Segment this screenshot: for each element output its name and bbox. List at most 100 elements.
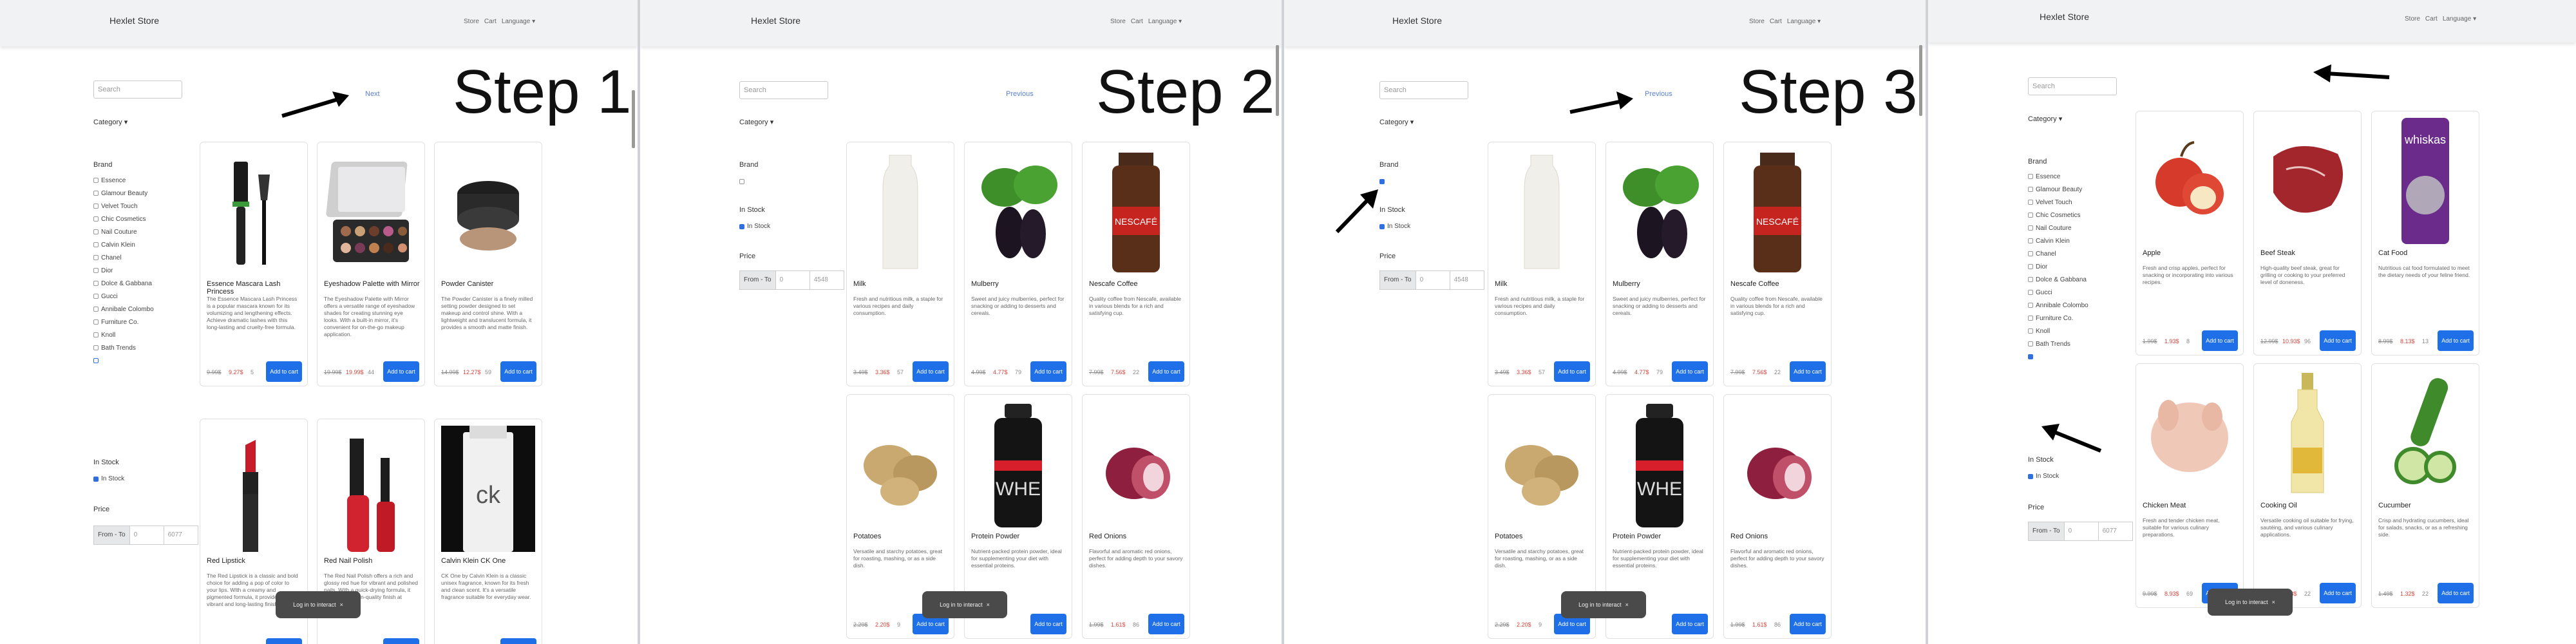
price-to-input[interactable]: 4548	[1450, 270, 1484, 290]
product-image[interactable]: NESCAFÉ	[1730, 149, 1824, 275]
menu-cart[interactable]: Cart	[2425, 15, 2438, 23]
checkbox-icon[interactable]	[93, 204, 99, 209]
close-icon[interactable]: ×	[340, 601, 343, 608]
product-image[interactable]: ck	[441, 426, 535, 552]
product-name[interactable]: Nescafe Coffee	[1730, 280, 1779, 288]
product-image[interactable]	[2260, 118, 2354, 244]
instock-option[interactable]: In Stock	[2028, 473, 2059, 480]
product-name[interactable]: Cucumber	[2378, 502, 2411, 509]
product-card[interactable]: Essence Mascara Lash Princess The Essence…	[200, 142, 308, 386]
price-from-input[interactable]: 0	[775, 270, 810, 290]
add-to-cart-button[interactable]: Add to cart	[266, 638, 302, 644]
product-card[interactable]: Red Onions Flavorful and aromatic red oni…	[1082, 394, 1190, 639]
product-name[interactable]: Cooking Oil	[2260, 502, 2297, 509]
add-to-cart-button[interactable]: Add to cart	[1672, 614, 1708, 634]
product-image[interactable]: WHE	[1613, 401, 1707, 527]
checkbox-icon[interactable]	[93, 191, 99, 196]
search-input[interactable]: Search	[2028, 77, 2117, 95]
checkbox-icon[interactable]	[2028, 225, 2033, 231]
product-name[interactable]: Red Onions	[1730, 533, 1768, 540]
brand-option[interactable]: Velvet Touch	[93, 200, 154, 213]
brand-option[interactable]: Nail Couture	[2028, 222, 2088, 234]
checkbox-icon[interactable]	[2028, 200, 2033, 205]
price-from-input[interactable]: 0	[1416, 270, 1450, 290]
product-name[interactable]: Protein Powder	[1613, 533, 1661, 540]
product-name[interactable]: Calvin Klein CK One	[441, 557, 506, 565]
product-name[interactable]: Milk	[853, 280, 866, 288]
add-to-cart-button[interactable]: Add to cart	[500, 638, 536, 644]
brand-option[interactable]	[739, 175, 747, 188]
menu-store[interactable]: Store	[464, 18, 479, 25]
brand-option[interactable]: Gucci	[2028, 286, 2088, 299]
scrollbar[interactable]	[1276, 45, 1279, 116]
search-input[interactable]: Search	[93, 80, 182, 99]
product-image[interactable]	[2143, 370, 2237, 497]
product-name[interactable]: Milk	[1495, 280, 1508, 288]
menu-language[interactable]: Language ▾	[2443, 15, 2476, 23]
brand-option[interactable]: Velvet Touch	[2028, 196, 2088, 209]
product-name[interactable]: Cat Food	[2378, 249, 2407, 257]
product-name[interactable]: Red Lipstick	[207, 557, 245, 565]
add-to-cart-button[interactable]: Add to cart	[500, 361, 536, 382]
product-image[interactable]	[1495, 401, 1589, 527]
product-name[interactable]: Essence Mascara Lash Princess	[207, 280, 307, 296]
brand-option[interactable]: Gucci	[93, 290, 154, 303]
search-input[interactable]: Search	[1379, 81, 1468, 99]
checkbox-icon[interactable]	[739, 179, 744, 184]
checkbox-icon[interactable]	[93, 294, 99, 299]
checkbox-icon[interactable]	[93, 358, 99, 363]
product-name[interactable]: Potatoes	[853, 533, 881, 540]
product-name[interactable]: Eyeshadow Palette with Mirror	[324, 280, 420, 288]
checkbox-icon[interactable]	[93, 345, 99, 350]
category-dropdown[interactable]: Category ▾	[1379, 118, 1414, 126]
brand-option[interactable]: Furniture Co.	[93, 316, 154, 328]
menu-cart[interactable]: Cart	[484, 18, 497, 25]
product-name[interactable]: Apple	[2143, 249, 2161, 257]
checkbox-icon[interactable]	[2028, 187, 2033, 192]
product-image[interactable]	[207, 426, 301, 552]
product-card[interactable]: Beef Steak High-quality beef steak, great…	[2253, 111, 2362, 355]
add-to-cart-button[interactable]: Add to cart	[2320, 330, 2356, 351]
menu-language[interactable]: Language ▾	[1787, 18, 1821, 25]
product-name[interactable]: Potatoes	[1495, 533, 1522, 540]
brand-option[interactable]: Essence	[2028, 170, 2088, 183]
product-card[interactable]: Cooking Oil Versatile cooking oil suitabl…	[2253, 363, 2362, 608]
menu-language[interactable]: Language ▾	[1148, 18, 1182, 25]
brand-option[interactable]: Dior	[2028, 260, 2088, 273]
close-icon[interactable]: ×	[2272, 599, 2275, 605]
checkbox-icon[interactable]	[2028, 341, 2033, 346]
checkbox-icon[interactable]	[2028, 303, 2033, 308]
brand-option[interactable]: Calvin Klein	[93, 238, 154, 251]
checkbox-icon[interactable]	[93, 255, 99, 260]
product-image[interactable]	[2378, 370, 2472, 497]
menu-cart[interactable]: Cart	[1131, 18, 1143, 25]
menu-store[interactable]: Store	[1110, 18, 1126, 25]
brand-option[interactable]: Annibale Colombo	[2028, 299, 2088, 312]
product-card[interactable]: Cucumber Crisp and hydrating cucumbers, i…	[2371, 363, 2479, 608]
product-name[interactable]: Chicken Meat	[2143, 502, 2186, 509]
product-image[interactable]	[1089, 401, 1183, 527]
checkbox-icon[interactable]	[93, 242, 99, 247]
add-to-cart-button[interactable]: Add to cart	[2320, 583, 2356, 603]
price-to-input[interactable]: 4548	[810, 270, 844, 290]
brand-option[interactable]: Chanel	[2028, 247, 2088, 260]
product-image[interactable]: WHE	[971, 401, 1065, 527]
menu-language[interactable]: Language ▾	[502, 18, 535, 25]
product-image[interactable]	[207, 149, 301, 275]
menu-store[interactable]: Store	[1749, 18, 1765, 25]
product-card[interactable]: ck Calvin Klein CK One CK One by Calvin Kl…	[434, 419, 542, 644]
product-card[interactable]: Red Onions Flavorful and aromatic red oni…	[1723, 394, 1832, 639]
add-to-cart-button[interactable]: Add to cart	[1030, 614, 1066, 634]
product-card[interactable]: whiskas Cat Food Nutritious cat food formu…	[2371, 111, 2479, 355]
add-to-cart-button[interactable]: Add to cart	[2438, 583, 2474, 603]
product-image[interactable]	[1495, 149, 1589, 275]
product-name[interactable]: Mulberry	[1613, 280, 1640, 288]
checkbox-icon[interactable]	[93, 268, 99, 273]
checkbox-icon[interactable]	[2028, 264, 2033, 269]
brand-option[interactable]: Chic Cosmetics	[2028, 209, 2088, 222]
previous-page-link[interactable]: Previous	[1006, 90, 1034, 98]
add-to-cart-button[interactable]: Add to cart	[383, 638, 419, 644]
product-name[interactable]: Mulberry	[971, 280, 999, 288]
menu-cart[interactable]: Cart	[1770, 18, 1782, 25]
product-card[interactable]: Chicken Meat Fresh and tender chicken mea…	[2136, 363, 2244, 608]
